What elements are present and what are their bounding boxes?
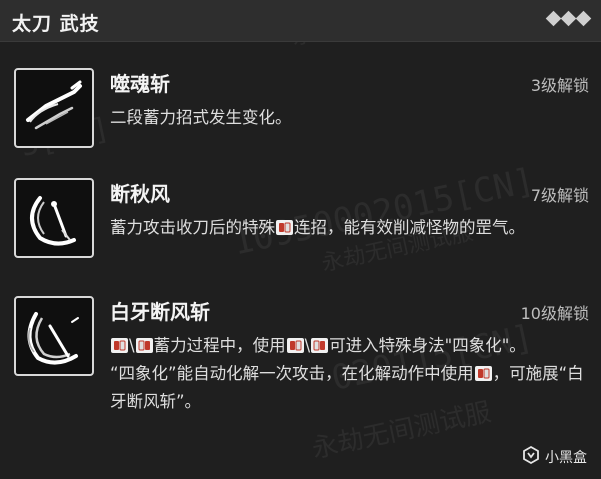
skill-name: 白牙断风斩 [110, 300, 210, 324]
description-line: 二段蓄力招式发生变化。 [110, 108, 292, 127]
diamond-icon [560, 10, 577, 27]
unlock-level: 3级解锁 [530, 76, 589, 95]
skill-panel: 永劫无间测试服 5[CN] 10950002015[CN] 永劫无间测试服 02… [0, 0, 601, 479]
panel-title: 太刀 武技 [12, 13, 100, 35]
brand-name: 小黑盒 [545, 450, 587, 466]
mouse-button-icon [474, 362, 492, 381]
mouse-button-icon [276, 216, 293, 235]
mouse-button-icon [311, 334, 329, 353]
brand-logo: 小黑盒 [521, 445, 587, 469]
skill-description: \ 蓄力过程中，使用 \ 可进入特殊身法"四象化"。 “四象化”能自动化解一次攻击，在… [110, 332, 588, 416]
unlock-level: 7级解锁 [530, 186, 589, 205]
description-text: 可进入特殊身法"四象化"。 [329, 336, 526, 355]
skill-name: 断秋风 [110, 182, 170, 206]
skill-name: 噬魂斩 [110, 72, 170, 96]
unlock-level: 10级解锁 [520, 304, 589, 323]
description-text: \ [304, 336, 311, 355]
white-fang-icon [14, 296, 94, 376]
mouse-button-icon [111, 334, 128, 353]
crescent-blade-icon [14, 178, 94, 258]
diamond-icon [575, 10, 592, 27]
diamond-icon [545, 10, 562, 27]
skill-description: 蓄力攻击收刀后的特殊 连招，能有效削减怪物的罡气。 [110, 214, 588, 242]
description-text: 连招，能有效削减怪物的罡气。 [294, 218, 525, 237]
watermark-code: 10950002015[CN] [229, 160, 538, 264]
rank-diamonds [545, 10, 592, 27]
heybox-logo-icon [521, 445, 541, 469]
panel-header: 太刀 武技 [0, 0, 601, 42]
skill-description: 二段蓄力招式发生变化。 [110, 104, 588, 132]
slash-blade-icon [14, 68, 94, 148]
description-text: “四象化”能自动化解一次攻击，在化解动作中使用 [110, 364, 474, 383]
description-text: 蓄力过程中，使用 [153, 336, 286, 355]
mouse-button-icon [286, 334, 304, 353]
description-text: 蓄力攻击收刀后的特殊 [110, 218, 275, 237]
mouse-button-icon [135, 334, 153, 353]
description-text: \ [129, 336, 135, 355]
